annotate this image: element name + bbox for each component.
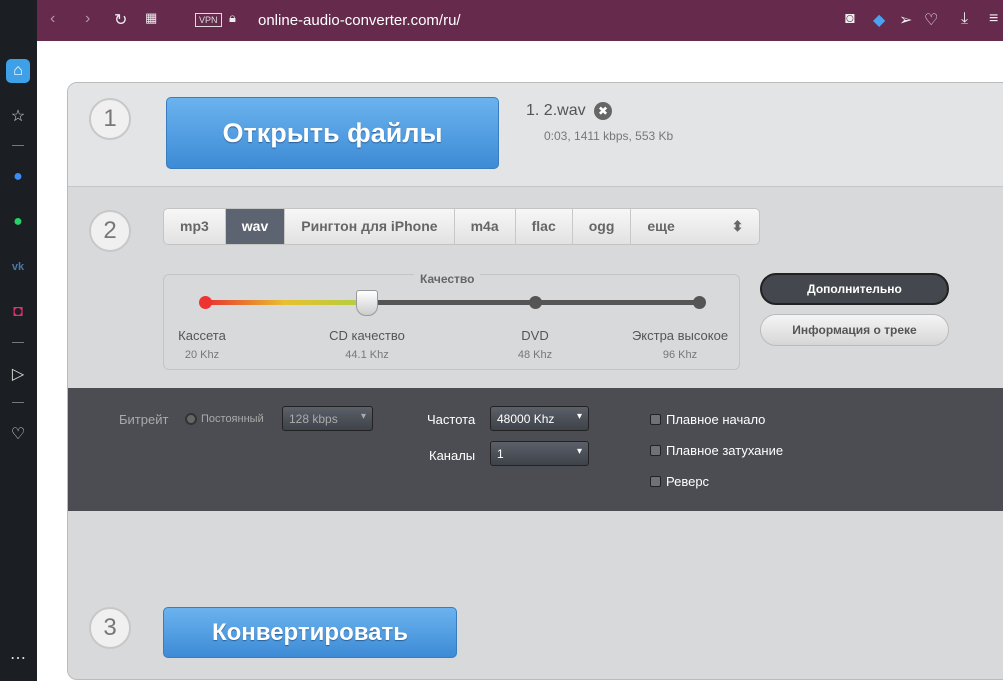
address-bar: ‹ › ↻ ▦ VPN 🔒︎ online-audio-converter.co… xyxy=(37,0,1003,41)
reload-icon[interactable]: ↻ xyxy=(114,10,127,30)
tab-mp3[interactable]: mp3 xyxy=(164,209,226,244)
constant-radio[interactable] xyxy=(185,413,197,425)
tabs-grid-icon[interactable]: ▦ xyxy=(145,10,157,26)
heart-icon[interactable]: ♡ xyxy=(924,10,938,30)
send-icon[interactable]: ➢ xyxy=(899,10,912,30)
checkbox-box[interactable] xyxy=(650,414,661,425)
tab-flac[interactable]: flac xyxy=(516,209,573,244)
fade-in-checkbox[interactable]: Плавное начало xyxy=(650,412,765,427)
tab-more-label: еще xyxy=(647,218,675,234)
step-number: 3 xyxy=(89,607,131,649)
heart-icon[interactable]: ♡ xyxy=(6,422,30,446)
quality-slider-box: Качество Кассета 20 Khz CD качество 44.1… xyxy=(163,272,740,370)
quality-label: DVD xyxy=(521,328,549,343)
quality-rate: 96 Khz xyxy=(662,349,698,361)
file-info: 0:03, 1411 kbps, 553 Kb xyxy=(544,129,674,143)
menu-icon[interactable]: ≡ xyxy=(989,10,998,28)
lock-icon: 🔒︎ xyxy=(229,10,236,25)
forward-icon[interactable]: › xyxy=(85,10,90,28)
file-name: 1. 2.wav xyxy=(526,102,586,119)
advanced-settings: Битрейт Постоянный 128 kbps Частота 4800… xyxy=(68,388,1003,511)
reverse-checkbox[interactable]: Реверс xyxy=(650,474,709,489)
format-tabs: mp3 wav Рингтон для iPhone m4a flac ogg … xyxy=(163,208,761,245)
vk-icon[interactable]: vk xyxy=(6,255,30,279)
frequency-label: Частота xyxy=(427,412,476,427)
divider xyxy=(12,342,24,343)
quality-rate: 48 Khz xyxy=(517,349,553,361)
quality-fill xyxy=(204,300,366,305)
star-icon[interactable]: ☆ xyxy=(6,104,30,128)
quality-label: Экстра высокое xyxy=(631,328,729,343)
divider xyxy=(12,145,24,146)
open-files-button[interactable]: Открыть файлы xyxy=(166,97,499,169)
send-icon[interactable]: ▷ xyxy=(6,362,30,386)
constant-label: Постоянный xyxy=(201,413,264,425)
tab-more[interactable]: еще ⬍ xyxy=(631,209,759,244)
browser-sidebar: ⌂ ☆ ● ● vk ◘ ▷ ♡ ⋯ xyxy=(0,0,37,681)
camera-icon[interactable]: ◙ xyxy=(845,10,855,28)
fade-out-checkbox[interactable]: Плавное затухание xyxy=(650,443,783,458)
messenger-icon[interactable]: ● xyxy=(6,165,30,189)
track-info-button[interactable]: Информация о треке xyxy=(760,314,949,346)
whatsapp-icon[interactable]: ● xyxy=(6,210,30,234)
back-icon[interactable]: ‹ xyxy=(50,10,55,28)
bitrate-select[interactable]: 128 kbps xyxy=(282,406,373,431)
channels-label: Каналы xyxy=(429,448,476,463)
vpn-badge[interactable]: VPN xyxy=(195,13,222,27)
checkbox-box[interactable] xyxy=(650,445,661,456)
quality-stop[interactable] xyxy=(529,296,542,309)
more-icon[interactable]: ⋯ xyxy=(6,646,30,670)
tab-iphone-ringtone[interactable]: Рингтон для iPhone xyxy=(285,209,455,244)
bitrate-label: Битрейт xyxy=(119,412,169,427)
shield-icon[interactable]: ◆ xyxy=(873,10,885,30)
tab-ogg[interactable]: ogg xyxy=(573,209,632,244)
quality-stop[interactable] xyxy=(693,296,706,309)
quality-label: Кассета xyxy=(178,328,226,343)
updown-icon: ⬍ xyxy=(731,218,744,234)
quality-rate: 44.1 Khz xyxy=(345,349,389,361)
fade-in-label: Плавное начало xyxy=(666,412,766,427)
fade-out-label: Плавное затухание xyxy=(666,443,784,458)
url-text[interactable]: online-audio-converter.com/ru/ xyxy=(258,12,461,29)
reverse-label: Реверс xyxy=(666,474,710,489)
instagram-icon[interactable]: ◘ xyxy=(6,300,30,324)
checkbox-box[interactable] xyxy=(650,476,661,487)
converter-panel: 1 Открыть файлы 1. 2.wav ✖ 0:03, 1411 kb… xyxy=(67,82,1003,680)
tab-m4a[interactable]: m4a xyxy=(455,209,516,244)
divider xyxy=(12,402,24,403)
channels-select[interactable]: 1 xyxy=(490,441,589,466)
download-icon[interactable]: ⤓ xyxy=(961,10,968,28)
step-number: 2 xyxy=(89,210,131,252)
frequency-select[interactable]: 48000 Khz xyxy=(490,406,589,431)
step-number: 1 xyxy=(89,98,131,140)
home-icon[interactable]: ⌂ xyxy=(6,59,30,83)
tab-wav[interactable]: wav xyxy=(225,209,286,244)
quality-stop[interactable] xyxy=(199,296,212,309)
quality-rate: 20 Khz xyxy=(184,349,220,361)
quality-label: CD качество xyxy=(329,328,405,343)
quality-title: Качество xyxy=(414,272,481,286)
remove-file-icon[interactable]: ✖ xyxy=(594,102,612,120)
quality-handle[interactable] xyxy=(356,290,378,316)
convert-button[interactable]: Конвертировать xyxy=(163,607,457,658)
advanced-button[interactable]: Дополнительно xyxy=(760,273,949,305)
